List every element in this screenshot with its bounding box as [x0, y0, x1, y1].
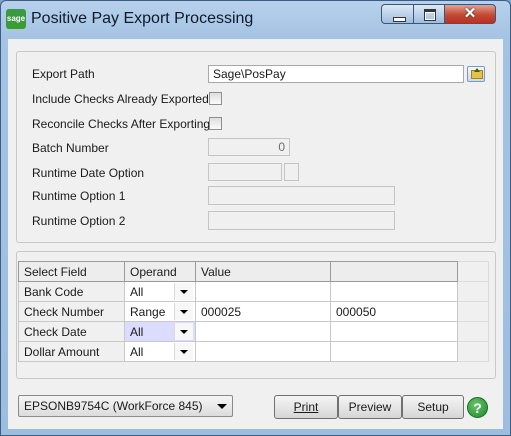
select-field-cell: Check Date	[18, 321, 125, 342]
column-header[interactable]: Select Field	[18, 261, 125, 282]
title-bar[interactable]: sage Positive Pay Export Processing ✕	[1, 1, 510, 39]
operand-dropdown[interactable]: Range	[124, 301, 196, 322]
row-filler	[457, 301, 489, 322]
row-filler	[457, 321, 489, 342]
runtime-date-label: Runtime Date Option	[32, 166, 145, 180]
runtime-option1-label: Runtime Option 1	[32, 189, 126, 203]
chevron-down-icon[interactable]	[174, 283, 193, 300]
chevron-down-icon[interactable]	[174, 303, 193, 320]
minimize-icon	[393, 17, 406, 22]
value-cell[interactable]	[195, 341, 331, 362]
include-checks-label: Include Checks Already Exported	[32, 92, 209, 106]
maximize-button[interactable]	[413, 4, 445, 24]
select-field-cell: Dollar Amount	[18, 341, 125, 362]
operand-value: Range	[130, 304, 166, 319]
up-arrow-icon	[474, 68, 480, 72]
header-filler	[457, 261, 489, 282]
select-field-cell: Check Number	[18, 301, 125, 322]
runtime-date-button[interactable]	[284, 163, 299, 181]
export-path-label: Export Path	[32, 67, 95, 81]
batch-number-label: Batch Number	[32, 141, 109, 155]
table-row[interactable]: Check Number Range 000025 000050	[18, 301, 489, 322]
row-filler	[457, 341, 489, 362]
chevron-down-icon	[214, 398, 228, 414]
value-cell[interactable]: 000025	[195, 301, 331, 322]
batch-number-field[interactable]: 0	[208, 138, 290, 156]
runtime-date-field[interactable]	[208, 163, 282, 181]
include-checks-checkbox[interactable]	[209, 92, 222, 105]
value2-cell[interactable]	[330, 341, 458, 362]
value2-cell[interactable]: 000050	[330, 301, 458, 322]
reconcile-checks-checkbox[interactable]	[209, 117, 222, 130]
row-filler	[457, 281, 489, 302]
print-button[interactable]: Print	[274, 395, 338, 419]
value-cell[interactable]	[195, 281, 331, 302]
setup-button[interactable]: Setup	[402, 395, 464, 419]
close-icon: ✕	[463, 5, 477, 22]
positive-pay-window: sage Positive Pay Export Processing ✕ Ex…	[0, 0, 511, 436]
preview-button[interactable]: Preview	[338, 395, 402, 419]
runtime-option2-field[interactable]	[208, 211, 395, 230]
setup-label: Setup	[417, 400, 449, 414]
runtime-option2-label: Runtime Option 2	[32, 214, 126, 228]
operand-dropdown[interactable]: All	[124, 321, 196, 342]
operand-value: All	[130, 284, 144, 299]
chevron-down-icon[interactable]	[174, 343, 193, 360]
value2-cell[interactable]	[330, 281, 458, 302]
value-cell[interactable]	[195, 321, 331, 342]
column-header[interactable]: Value	[195, 261, 331, 282]
maximize-icon	[424, 9, 436, 21]
minimize-button[interactable]	[381, 4, 414, 24]
printer-value: EPSONB9754C (WorkForce 845)	[24, 399, 203, 413]
table-row[interactable]: Check Date All	[18, 321, 489, 342]
table-row[interactable]: Bank Code All	[18, 281, 489, 302]
chevron-down-icon[interactable]	[174, 323, 193, 340]
printer-select[interactable]: EPSONB9754C (WorkForce 845)	[18, 395, 233, 417]
runtime-option1-field[interactable]	[208, 186, 395, 205]
column-header[interactable]: Operand	[124, 261, 196, 282]
selection-grid: Select Field Operand Value Bank Code All…	[18, 261, 489, 362]
select-field-cell: Bank Code	[18, 281, 125, 302]
grid-header-row: Select Field Operand Value	[18, 261, 489, 282]
browse-folder-button[interactable]	[467, 66, 485, 82]
sage-app-icon: sage	[6, 9, 26, 29]
window-title: Positive Pay Export Processing	[31, 10, 254, 27]
help-button[interactable]: ?	[467, 397, 488, 418]
operand-value: All	[130, 324, 144, 339]
dialog-body: Export Path Sage\PosPay Include Checks A…	[8, 39, 503, 429]
operand-dropdown[interactable]: All	[124, 281, 196, 302]
value2-cell[interactable]	[330, 321, 458, 342]
export-path-input[interactable]: Sage\PosPay	[208, 65, 464, 83]
close-button[interactable]: ✕	[444, 4, 496, 24]
table-row[interactable]: Dollar Amount All	[18, 341, 489, 362]
operand-value: All	[130, 344, 144, 359]
reconcile-checks-label: Reconcile Checks After Exporting	[32, 117, 211, 131]
preview-label: Preview	[348, 400, 392, 414]
operand-dropdown[interactable]: All	[124, 341, 196, 362]
column-header[interactable]	[330, 261, 458, 282]
print-label: Print	[293, 400, 319, 414]
